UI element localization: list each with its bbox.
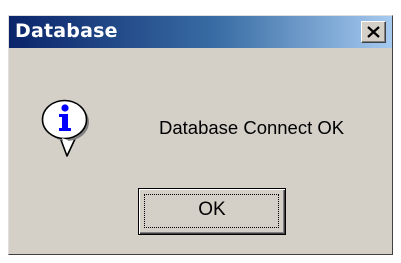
- close-button[interactable]: [361, 21, 386, 43]
- close-icon: [367, 26, 380, 38]
- window-title: Database: [15, 20, 118, 42]
- title-bar[interactable]: Database: [9, 16, 392, 48]
- message-dialog: Database Database Connect OK OK: [8, 15, 393, 255]
- message-text: Database Connect OK: [159, 117, 345, 138]
- ok-button[interactable]: OK: [138, 188, 286, 235]
- ok-button-label: OK: [198, 199, 226, 220]
- info-icon: [41, 99, 89, 157]
